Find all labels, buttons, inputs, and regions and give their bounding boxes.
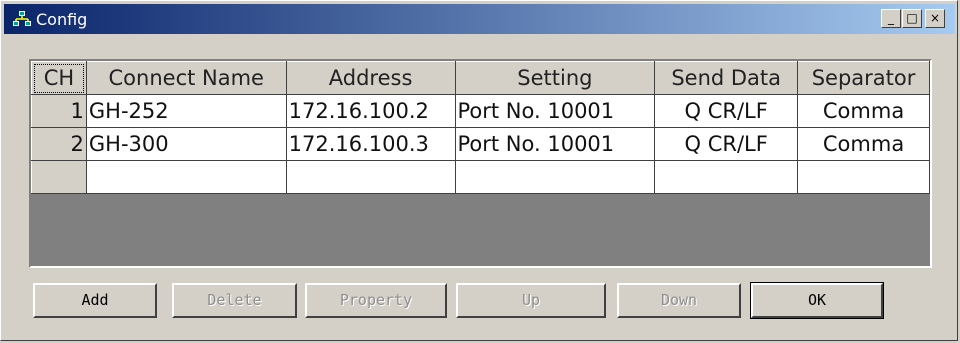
config-window: Config _ □ × CH Connect Name Address Set…: [0, 0, 958, 341]
cell-address[interactable]: 172.16.100.2: [285, 94, 456, 128]
ok-button[interactable]: OK: [750, 282, 884, 319]
cell-address[interactable]: 172.16.100.3: [285, 127, 456, 161]
cell-send-data[interactable]: Q CR/LF: [654, 127, 799, 161]
cell-connect-name[interactable]: GH-300: [85, 127, 287, 161]
add-button[interactable]: Add: [33, 283, 157, 318]
channel-grid[interactable]: CH Connect Name Address Setting Send Dat…: [29, 59, 932, 268]
table-row[interactable]: 1 GH-252 172.16.100.2 Port No. 10001 Q C…: [31, 94, 930, 128]
title-bar[interactable]: Config _ □ ×: [4, 4, 955, 34]
column-header-connect-name[interactable]: Connect Name: [85, 61, 287, 95]
cell-setting[interactable]: [454, 160, 656, 194]
delete-button[interactable]: Delete: [172, 283, 297, 318]
close-button[interactable]: ×: [925, 9, 945, 28]
cell-setting[interactable]: Port No. 10001: [454, 94, 656, 128]
minimize-button[interactable]: _: [881, 9, 901, 28]
column-header-separator[interactable]: Separator: [797, 61, 930, 95]
cell-separator[interactable]: [797, 160, 930, 194]
column-header-address[interactable]: Address: [285, 61, 456, 95]
row-number[interactable]: [31, 160, 87, 194]
window-title: Config: [36, 10, 88, 29]
up-button[interactable]: Up: [456, 283, 606, 318]
row-number[interactable]: 1: [31, 94, 87, 128]
cell-send-data[interactable]: Q CR/LF: [654, 94, 799, 128]
maximize-button[interactable]: □: [902, 9, 922, 28]
table-row-empty[interactable]: [31, 160, 930, 194]
down-button[interactable]: Down: [617, 283, 741, 318]
column-header-ch[interactable]: CH: [31, 61, 87, 95]
cell-setting[interactable]: Port No. 10001: [454, 127, 656, 161]
cell-address[interactable]: [285, 160, 456, 194]
cell-send-data[interactable]: [654, 160, 799, 194]
cell-connect-name[interactable]: [85, 160, 287, 194]
row-number[interactable]: 2: [31, 127, 87, 161]
cell-separator[interactable]: Comma: [797, 127, 930, 161]
column-header-send-data[interactable]: Send Data: [654, 61, 799, 95]
header-row: CH Connect Name Address Setting Send Dat…: [31, 61, 930, 95]
property-button[interactable]: Property: [305, 283, 447, 318]
network-icon: [13, 11, 31, 27]
cell-separator[interactable]: Comma: [797, 94, 930, 128]
channel-table: CH Connect Name Address Setting Send Dat…: [31, 61, 930, 194]
column-header-setting[interactable]: Setting: [454, 61, 656, 95]
table-row[interactable]: 2 GH-300 172.16.100.3 Port No. 10001 Q C…: [31, 127, 930, 161]
cell-connect-name[interactable]: GH-252: [85, 94, 287, 128]
